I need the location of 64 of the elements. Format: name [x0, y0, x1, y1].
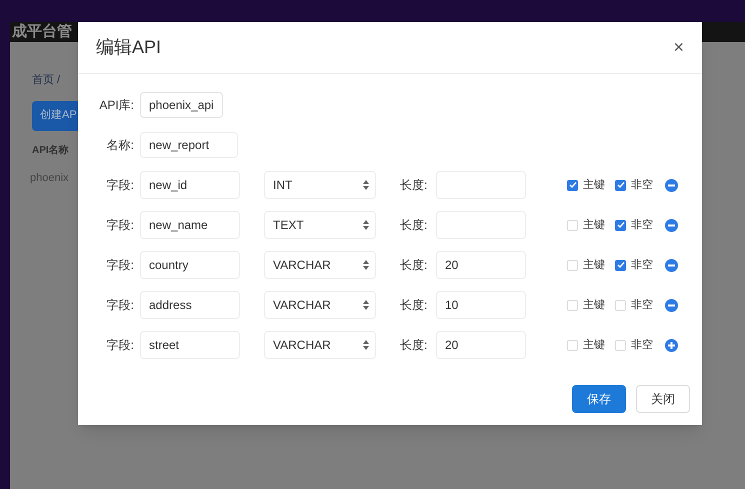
remove-icon[interactable] — [665, 298, 678, 312]
dialog-title: 编辑API — [96, 36, 162, 59]
checkbox-label: 主键 — [583, 178, 605, 193]
length-input[interactable]: 20 — [436, 251, 526, 279]
checkbox-label: 非空 — [631, 218, 653, 233]
field-name-input[interactable]: country — [140, 251, 240, 279]
field-label: 字段: — [106, 177, 135, 194]
not-null-checkbox[interactable] — [615, 300, 626, 310]
not-null-checkbox[interactable] — [615, 260, 626, 270]
select-arrow-icon — [363, 180, 369, 190]
type-select[interactable]: VARCHAR — [264, 331, 376, 359]
name-input[interactable]: new_report — [140, 132, 238, 158]
app-title: 成平台管 — [10, 22, 72, 42]
checkbox-label: 非空 — [631, 258, 653, 273]
field-name-input[interactable]: new_name — [140, 211, 240, 239]
remove-icon[interactable] — [665, 178, 678, 192]
add-icon[interactable] — [665, 338, 678, 352]
field-label: 字段: — [106, 337, 135, 354]
column-header: API名称 — [32, 144, 69, 158]
checkbox-label: 非空 — [631, 338, 653, 353]
primary-key-checkbox[interactable] — [567, 300, 578, 310]
checkbox-label: 主键 — [583, 218, 605, 233]
field-label: API库: — [98, 97, 135, 114]
field-label: 字段: — [106, 297, 135, 314]
save-button[interactable]: 保存 — [572, 385, 626, 413]
field-label: 字段: — [106, 257, 135, 274]
length-label: 长度: — [400, 177, 428, 194]
checkbox-label: 主键 — [583, 298, 605, 313]
close-button[interactable]: × — [673, 34, 684, 61]
field-name-input[interactable]: address — [140, 291, 240, 319]
primary-key-checkbox[interactable] — [567, 260, 578, 270]
select-arrow-icon — [363, 220, 369, 230]
length-input[interactable]: 10 — [436, 291, 526, 319]
field-label: 字段: — [106, 217, 135, 234]
length-label: 长度: — [400, 337, 428, 354]
table-cell-text: phoenix — [30, 170, 69, 186]
not-null-checkbox[interactable] — [615, 180, 626, 190]
close-dialog-button[interactable]: 关闭 — [636, 385, 690, 413]
length-label: 长度: — [400, 217, 428, 234]
remove-icon[interactable] — [665, 218, 678, 232]
not-null-checkbox[interactable] — [615, 340, 626, 350]
checkbox-label: 主键 — [583, 258, 605, 273]
type-select[interactable]: TEXT — [264, 211, 376, 239]
length-input[interactable]: 20 — [436, 331, 526, 359]
field-name-input[interactable]: new_id — [140, 171, 240, 199]
primary-key-checkbox[interactable] — [567, 220, 578, 230]
field-name-input[interactable]: street — [140, 331, 240, 359]
library-select[interactable]: phoenix_api — [140, 92, 223, 118]
type-select[interactable]: VARCHAR — [264, 291, 376, 319]
length-label: 长度: — [400, 257, 428, 274]
select-arrow-icon — [363, 260, 369, 270]
type-select[interactable]: VARCHAR — [264, 251, 376, 279]
not-null-checkbox[interactable] — [615, 220, 626, 230]
field-label: 名称: — [106, 137, 135, 154]
length-label: 长度: — [400, 297, 428, 314]
checkbox-label: 主键 — [583, 338, 605, 353]
checkbox-label: 非空 — [631, 298, 653, 313]
type-select[interactable]: INT — [264, 171, 376, 199]
select-arrow-icon — [363, 340, 369, 350]
primary-key-checkbox[interactable] — [567, 180, 578, 190]
checkbox-label: 非空 — [631, 178, 653, 193]
remove-icon[interactable] — [665, 258, 678, 272]
primary-key-checkbox[interactable] — [567, 340, 578, 350]
select-arrow-icon — [363, 300, 369, 310]
